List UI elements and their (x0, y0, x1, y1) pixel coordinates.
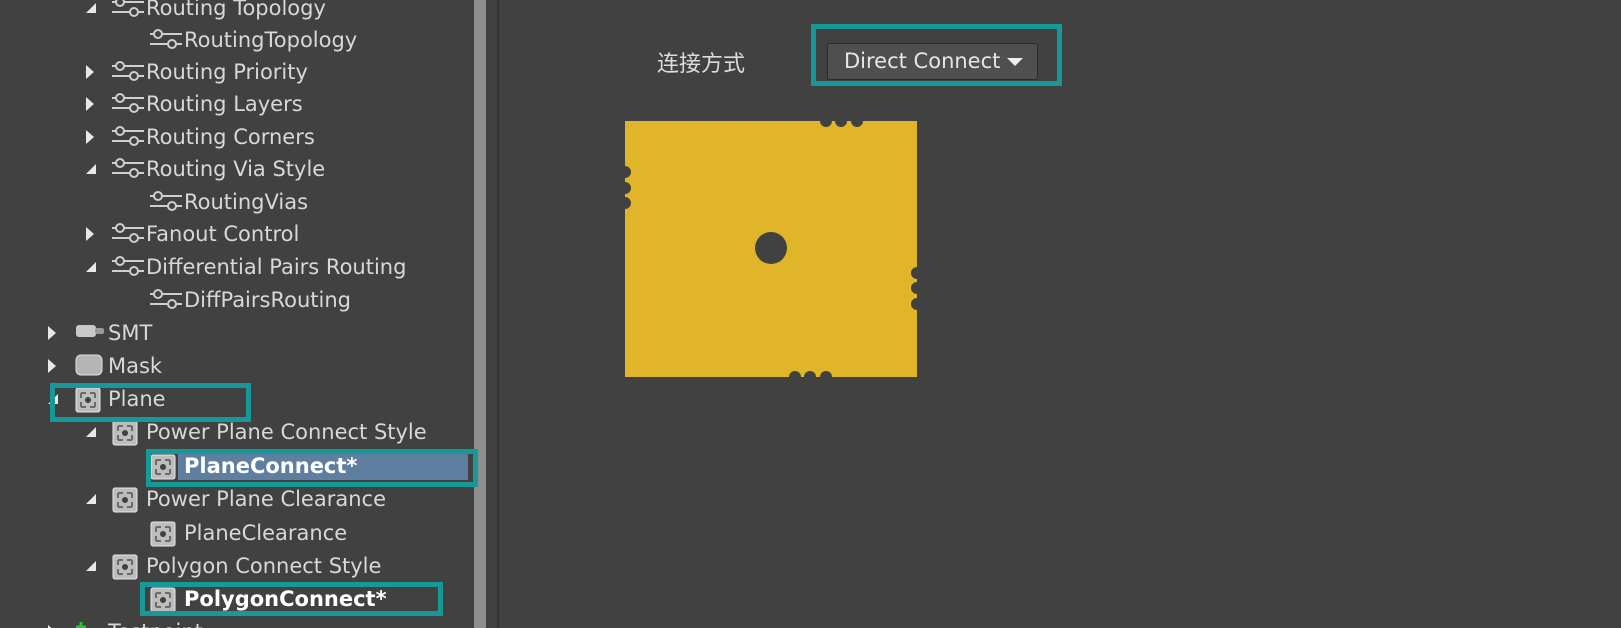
collapse-arrow-icon[interactable] (86, 130, 94, 144)
thermal-notch-top (820, 115, 863, 127)
tree-item-differential-pairs-routing[interactable]: Differential Pairs Routing (0, 251, 474, 283)
expand-arrow-icon[interactable] (86, 561, 96, 571)
plane-connect-preview (625, 115, 921, 380)
tree-item-routing-topology[interactable]: Routing Topology (0, 0, 474, 24)
tree-item-label: Differential Pairs Routing (146, 255, 407, 279)
tree-item-power-plane-clearance[interactable]: Power Plane Clearance (0, 483, 474, 515)
collapse-arrow-icon[interactable] (86, 97, 94, 111)
expand-arrow-icon[interactable] (86, 427, 96, 437)
rules-tree[interactable]: Routing Topology RoutingTopology Routing P… (0, 0, 474, 628)
tree-item-routing-via-style[interactable]: Routing Via Style (0, 153, 474, 185)
tree-item-label: PlaneClearance (184, 521, 348, 545)
tree-item-routing-priority[interactable]: Routing Priority (0, 56, 474, 88)
tree-item-label: Fanout Control (146, 222, 300, 246)
plane-icon (150, 521, 176, 551)
tree-item-routing-corners[interactable]: Routing Corners (0, 121, 474, 153)
expand-arrow-icon[interactable] (86, 164, 96, 174)
tree-item-label: RoutingTopology (184, 28, 358, 52)
tree-item-routingtopology[interactable]: RoutingTopology (0, 24, 474, 56)
routing-icon (150, 190, 182, 216)
tree-item-testpoint[interactable]: Testpoint (0, 616, 474, 628)
routing-icon (112, 255, 144, 281)
expand-arrow-icon[interactable] (86, 494, 96, 504)
plane-icon (112, 554, 138, 584)
thermal-notch-right (911, 267, 921, 310)
expand-arrow-icon[interactable] (86, 262, 96, 272)
tree-item-label: Power Plane Clearance (146, 487, 387, 511)
tree-item-label: Routing Priority (146, 60, 308, 84)
dropdown-highlight-box (811, 24, 1062, 86)
tree-item-label: Routing Corners (146, 125, 315, 149)
expand-arrow-icon[interactable] (86, 3, 96, 13)
pane-divider[interactable] (497, 0, 499, 628)
tree-item-label: Routing Topology (146, 0, 326, 20)
tree-item-planeclearance[interactable]: PlaneClearance (0, 517, 474, 549)
plane-icon (112, 487, 138, 517)
collapse-arrow-icon[interactable] (86, 227, 94, 241)
tree-item-polygon-connect-style[interactable]: Polygon Connect Style (0, 550, 474, 582)
mask-icon (75, 354, 103, 380)
tree-item-label: DiffPairsRouting (184, 288, 351, 312)
tree-item-label: Mask (108, 354, 163, 378)
routing-icon (150, 288, 182, 314)
routing-icon (112, 92, 144, 118)
collapse-arrow-icon[interactable] (48, 359, 56, 373)
via-hole (755, 232, 787, 264)
routing-icon (112, 222, 144, 248)
tree-item-label: Polygon Connect Style (146, 554, 382, 578)
tree-scrollbar[interactable] (474, 0, 486, 628)
tree-item-label: Testpoint (108, 617, 203, 628)
routing-icon (112, 0, 144, 22)
connect-style-label: 连接方式 (657, 52, 746, 77)
tree-item-routingvias[interactable]: RoutingVias (0, 186, 474, 218)
collapse-arrow-icon[interactable] (86, 65, 94, 79)
tree-item-mask[interactable]: Mask (0, 350, 474, 382)
tree-item-label: SMT (108, 321, 153, 345)
thermal-notch-bottom (789, 371, 832, 380)
tree-item-diffpairsrouting[interactable]: DiffPairsRouting (0, 284, 474, 316)
smt-icon (75, 321, 105, 345)
tree-item-label: Routing Via Style (146, 157, 326, 181)
plane-icon (112, 420, 138, 450)
thermal-notch-left (625, 166, 631, 209)
tree-item-smt[interactable]: SMT (0, 317, 474, 349)
tree-item-label: Routing Layers (146, 92, 303, 116)
testpoint-icon (75, 620, 105, 628)
tree-item-fanout-control[interactable]: Fanout Control (0, 218, 474, 250)
planeconnect-highlight-box (146, 449, 478, 487)
collapse-arrow-icon[interactable] (48, 326, 56, 340)
tree-item-label: RoutingVias (184, 190, 309, 214)
polygonconnect-highlight-box (140, 582, 443, 616)
plane-highlight-box (50, 383, 251, 422)
routing-icon (112, 125, 144, 151)
routing-icon (112, 60, 144, 86)
tree-item-routing-layers[interactable]: Routing Layers (0, 88, 474, 120)
routing-icon (150, 28, 182, 54)
routing-icon (112, 157, 144, 183)
